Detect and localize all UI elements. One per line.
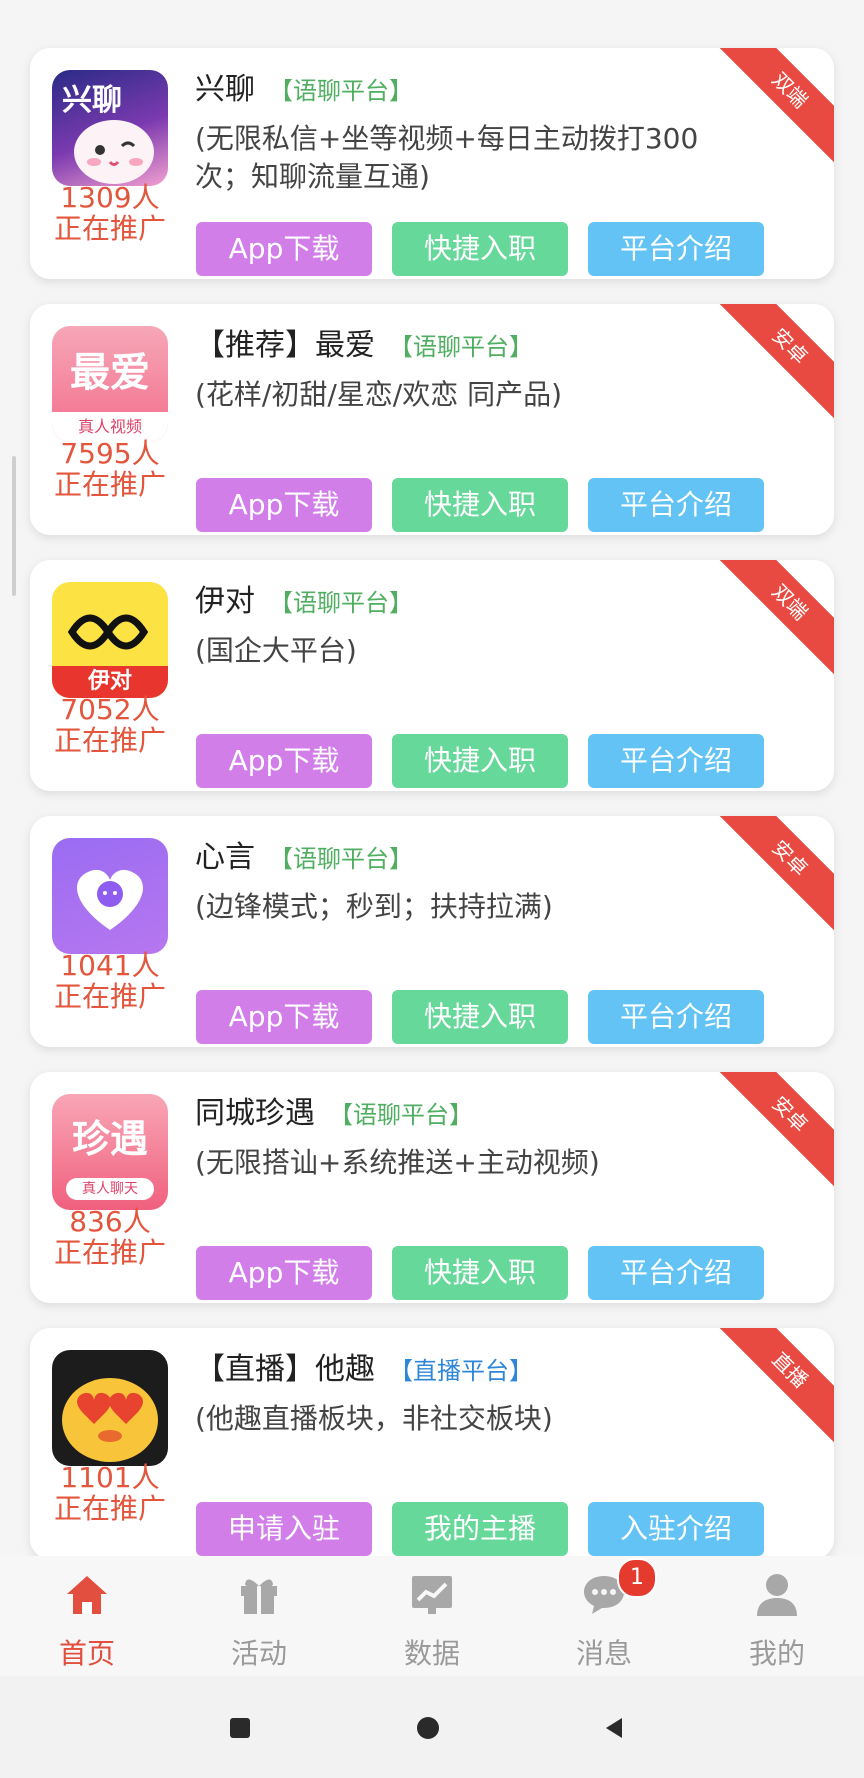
yidui-logo[interactable]: 伊对 bbox=[52, 582, 168, 698]
promoter-count: 1041人 正在推广 bbox=[53, 949, 166, 1013]
my-streamers-button[interactable]: 我的主播 bbox=[392, 1502, 568, 1556]
app-download-button[interactable]: App下载 bbox=[196, 1246, 372, 1300]
home-icon bbox=[67, 1576, 107, 1614]
platform-ribbon: 双端 bbox=[712, 48, 834, 168]
platform-name: 同城珍遇 bbox=[195, 1096, 315, 1131]
promoter-count: 7595人 正在推广 bbox=[53, 437, 166, 501]
app-download-button[interactable]: App下载 bbox=[196, 734, 372, 788]
bottom-nav: 首页 活动 数据 1 消息 我的 bbox=[0, 1556, 864, 1676]
card-title-row: 兴聊 【语聊平台】 bbox=[195, 64, 413, 108]
nav-data[interactable]: 数据 bbox=[377, 1570, 487, 1672]
platform-tag: 【语聊平台】 bbox=[329, 1101, 473, 1129]
gift-icon bbox=[241, 1579, 277, 1614]
platform-tag: 【语聊平台】 bbox=[269, 589, 413, 617]
app-download-button[interactable]: App下载 bbox=[196, 478, 372, 532]
logo-text: 珍遇 bbox=[71, 1117, 148, 1161]
platform-intro-button[interactable]: 平台介绍 bbox=[588, 990, 764, 1044]
nav-label: 首页 bbox=[58, 1637, 115, 1670]
platform-intro-button[interactable]: 平台介绍 bbox=[588, 478, 764, 532]
quick-join-button[interactable]: 快捷入职 bbox=[392, 478, 568, 532]
quick-join-button[interactable]: 快捷入职 bbox=[392, 734, 568, 788]
platform-intro-button[interactable]: 平台介绍 bbox=[588, 1246, 764, 1300]
promoter-count: 7052人 正在推广 bbox=[53, 693, 166, 757]
platform-tag: 【语聊平台】 bbox=[269, 77, 413, 105]
xinyan-logo[interactable] bbox=[52, 838, 168, 954]
nav-label: 消息 bbox=[575, 1637, 632, 1670]
apply-join-button[interactable]: 申请入驻 bbox=[196, 1502, 372, 1556]
platform-card: 1101人 正在推广 【直播】他趣 【直播平台】 (他趣直播板块，非社交板块) 申请… bbox=[30, 1328, 834, 1556]
quick-join-button[interactable]: 快捷入职 bbox=[392, 1246, 568, 1300]
app-download-button[interactable]: App下载 bbox=[196, 990, 372, 1044]
heart-chat-icon bbox=[77, 869, 143, 930]
platform-card: 兴聊 1309人 正在推广 兴聊 【语聊平台】 (无限私信+坐等视频+每日主动拨打3… bbox=[30, 48, 834, 279]
platform-desc: (花样/初甜/星恋/欢恋 同产品) bbox=[195, 378, 563, 411]
nav-home[interactable]: 首页 bbox=[32, 1570, 142, 1672]
card-title-row: 【推荐】最爱 【语聊平台】 bbox=[195, 320, 533, 364]
quick-join-button[interactable]: 快捷入职 bbox=[392, 222, 568, 276]
platform-desc: (国企大平台) bbox=[195, 634, 357, 667]
promoter-count: 1101人 正在推广 bbox=[53, 1461, 166, 1525]
nav-label: 我的 bbox=[748, 1637, 805, 1670]
platform-desc: (无限私信+坐等视频+每日主动拨打300次；知聊流量互通) bbox=[195, 122, 699, 193]
platform-name: 心言 bbox=[195, 840, 255, 875]
card-title-row: 心言 【语聊平台】 bbox=[195, 832, 413, 876]
platform-card: 最爱 真人视频 7595人 正在推广 【推荐】最爱 【语聊平台】 (花样/初甜/星恋… bbox=[30, 304, 834, 535]
join-intro-button[interactable]: 入驻介绍 bbox=[588, 1502, 764, 1556]
platform-ribbon: 安卓 bbox=[712, 816, 834, 936]
card-title-row: 伊对 【语聊平台】 bbox=[195, 576, 413, 620]
platform-card: 珍遇 真人聊天 836人 正在推广 同城珍遇 【语聊平台】 (无限搭讪+系统推送+主… bbox=[30, 1072, 834, 1303]
recent-apps-icon[interactable] bbox=[230, 1718, 250, 1738]
platform-intro-button[interactable]: 平台介绍 bbox=[588, 222, 764, 276]
zhenyu-logo[interactable]: 珍遇 真人聊天 bbox=[52, 1094, 168, 1210]
nav-label: 数据 bbox=[403, 1637, 460, 1670]
system-nav-bar bbox=[0, 1676, 864, 1778]
platform-list[interactable]: 兴聊 1309人 正在推广 兴聊 【语聊平台】 (无限私信+坐等视频+每日主动拨打3… bbox=[0, 0, 864, 1556]
home-button-icon[interactable] bbox=[417, 1717, 439, 1739]
user-icon bbox=[757, 1574, 797, 1616]
logo-subtext: 真人聊天 bbox=[66, 1178, 154, 1200]
nav-activity[interactable]: 活动 bbox=[204, 1570, 314, 1672]
app-download-button[interactable]: App下载 bbox=[196, 222, 372, 276]
nav-label: 活动 bbox=[230, 1637, 287, 1670]
quick-join-button[interactable]: 快捷入职 bbox=[392, 990, 568, 1044]
platform-desc: (无限搭讪+系统推送+主动视频) bbox=[195, 1146, 600, 1179]
platform-tag: 【直播平台】 bbox=[389, 1357, 533, 1385]
platform-desc: (他趣直播板块，非社交板块) bbox=[195, 1402, 553, 1435]
chick-face-icon bbox=[62, 1378, 158, 1462]
platform-ribbon: 安卓 bbox=[712, 304, 834, 424]
platform-name: 【推荐】最爱 bbox=[195, 328, 375, 363]
logo-text: 最爱 bbox=[70, 349, 150, 396]
scrollbar[interactable] bbox=[12, 456, 16, 596]
platform-card: 伊对 7052人 正在推广 伊对 【语聊平台】 (国企大平台) App下载 快捷入职… bbox=[30, 560, 834, 791]
platform-name: 兴聊 bbox=[195, 72, 255, 107]
platform-ribbon: 直播 bbox=[712, 1328, 834, 1448]
chart-icon bbox=[412, 1576, 452, 1614]
card-title-row: 【直播】他趣 【直播平台】 bbox=[195, 1344, 533, 1388]
promoter-count: 1309人 正在推广 bbox=[53, 181, 166, 245]
promoter-count: 836人 正在推广 bbox=[53, 1205, 166, 1269]
message-badge: 1 bbox=[617, 1558, 657, 1598]
platform-intro-button[interactable]: 平台介绍 bbox=[588, 734, 764, 788]
nav-messages[interactable]: 1 消息 bbox=[549, 1558, 659, 1672]
xingliao-logo[interactable]: 兴聊 bbox=[52, 70, 168, 186]
platform-card: 1041人 正在推广 心言 【语聊平台】 (边锋模式；秒到；扶持拉满) App下载 … bbox=[30, 816, 834, 1047]
taqu-logo[interactable] bbox=[52, 1350, 168, 1466]
platform-ribbon: 安卓 bbox=[712, 1072, 834, 1192]
platform-tag: 【语聊平台】 bbox=[389, 333, 533, 361]
platform-name: 伊对 bbox=[195, 584, 255, 619]
nav-profile[interactable]: 我的 bbox=[722, 1570, 832, 1672]
logo-text: 兴聊 bbox=[62, 83, 122, 118]
platform-desc: (边锋模式；秒到；扶持拉满) bbox=[195, 890, 553, 923]
platform-ribbon: 双端 bbox=[712, 560, 834, 680]
zuiai-logo[interactable]: 最爱 真人视频 bbox=[52, 326, 168, 442]
back-icon[interactable] bbox=[602, 1716, 624, 1740]
card-title-row: 同城珍遇 【语聊平台】 bbox=[195, 1088, 473, 1132]
platform-name: 【直播】他趣 bbox=[195, 1352, 375, 1387]
platform-tag: 【语聊平台】 bbox=[269, 845, 413, 873]
